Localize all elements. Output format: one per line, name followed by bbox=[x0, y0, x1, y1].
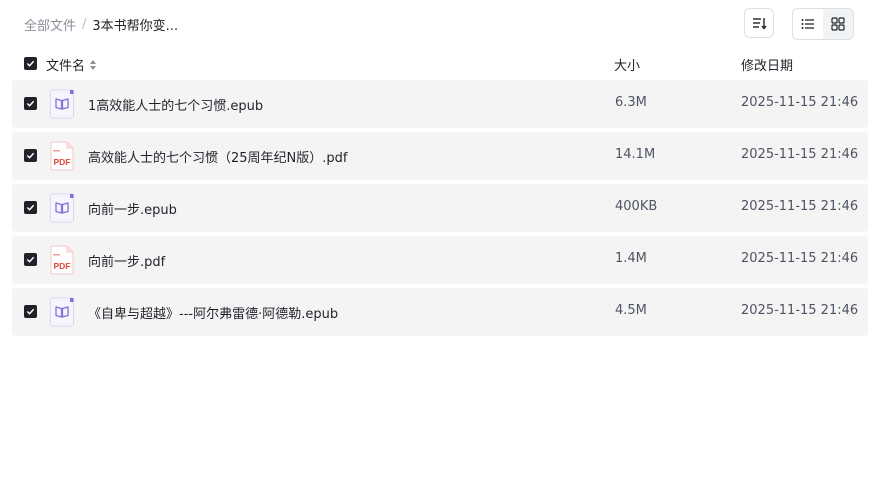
name-column-label: 文件名 bbox=[46, 59, 86, 74]
file-size: 4.5M bbox=[615, 303, 647, 318]
list-view-button[interactable] bbox=[793, 9, 823, 39]
size-column-header[interactable]: 大小 bbox=[614, 55, 640, 74]
view-toggle bbox=[792, 8, 854, 40]
select-all-checkbox[interactable] bbox=[24, 57, 37, 70]
file-date: 2025-11-15 21:46 bbox=[741, 251, 859, 266]
checkbox-box bbox=[24, 57, 37, 70]
name-column-header[interactable]: 文件名 bbox=[46, 55, 97, 74]
file-name[interactable]: 1高效能人士的七个习惯.epub bbox=[88, 95, 263, 114]
check-icon bbox=[26, 60, 35, 67]
file-row[interactable]: 《自卑与超越》---阿尔弗雷德·阿德勒.epub 4.5M 2025-11-15… bbox=[12, 288, 868, 336]
date-column-header[interactable]: 修改日期 bbox=[741, 55, 793, 74]
file-name[interactable]: 向前一步.pdf bbox=[88, 251, 165, 270]
file-size: 6.3M bbox=[615, 95, 647, 110]
file-size: 1.4M bbox=[615, 251, 647, 266]
file-list: 1高效能人士的七个习惯.epub 6.3M 2025-11-15 21:46 P… bbox=[12, 80, 868, 340]
row-checkbox[interactable] bbox=[24, 305, 37, 318]
file-name[interactable]: 《自卑与超越》---阿尔弗雷德·阿德勒.epub bbox=[88, 303, 338, 322]
file-row[interactable]: 1高效能人士的七个习惯.epub 6.3M 2025-11-15 21:46 bbox=[12, 80, 868, 128]
file-row[interactable]: PDF 向前一步.pdf 1.4M 2025-11-15 21:46 bbox=[12, 236, 868, 284]
row-checkbox[interactable] bbox=[24, 253, 37, 266]
file-row[interactable]: PDF 高效能人士的七个习惯（25周年纪N版）.pdf 14.1M 2025-1… bbox=[12, 132, 868, 180]
epub-book-icon bbox=[49, 193, 75, 223]
file-date: 2025-11-15 21:46 bbox=[741, 303, 859, 318]
row-checkbox[interactable] bbox=[24, 201, 37, 214]
pdf-label: PDF bbox=[54, 157, 71, 167]
check-icon bbox=[26, 152, 35, 159]
row-checkbox[interactable] bbox=[24, 149, 37, 162]
sort-icon bbox=[753, 18, 767, 30]
epub-book-icon bbox=[49, 297, 75, 327]
breadcrumb-current: 3本书帮你变... bbox=[92, 19, 179, 34]
row-checkbox[interactable] bbox=[24, 97, 37, 110]
pdf-file-icon: PDF bbox=[49, 245, 75, 275]
file-date: 2025-11-15 21:46 bbox=[741, 147, 859, 162]
check-icon bbox=[26, 256, 35, 263]
sort-button[interactable] bbox=[744, 8, 774, 38]
file-size: 400KB bbox=[615, 199, 658, 214]
breadcrumb-separator: / bbox=[82, 17, 87, 32]
toolbar: 全部文件 / 3本书帮你变... bbox=[0, 0, 878, 46]
table-header: 文件名 大小 修改日期 bbox=[0, 52, 878, 76]
breadcrumb-root-link[interactable]: 全部文件 bbox=[24, 15, 76, 34]
file-date: 2025-11-15 21:46 bbox=[741, 199, 859, 214]
file-date: 2025-11-15 21:46 bbox=[741, 95, 859, 110]
check-icon bbox=[26, 308, 35, 315]
file-row[interactable]: 向前一步.epub 400KB 2025-11-15 21:46 bbox=[12, 184, 868, 232]
pdf-file-icon: PDF bbox=[49, 141, 75, 171]
grid-icon bbox=[831, 17, 845, 31]
file-name[interactable]: 向前一步.epub bbox=[88, 199, 177, 218]
sort-toggle-icon bbox=[90, 59, 97, 70]
check-icon bbox=[26, 100, 35, 107]
list-icon bbox=[801, 19, 814, 29]
breadcrumb: 全部文件 / 3本书帮你变... bbox=[24, 15, 178, 34]
grid-view-button[interactable] bbox=[823, 9, 853, 39]
file-size: 14.1M bbox=[615, 147, 656, 162]
file-name[interactable]: 高效能人士的七个习惯（25周年纪N版）.pdf bbox=[88, 147, 347, 166]
pdf-label: PDF bbox=[54, 261, 71, 271]
check-icon bbox=[26, 204, 35, 211]
epub-book-icon bbox=[49, 89, 75, 119]
